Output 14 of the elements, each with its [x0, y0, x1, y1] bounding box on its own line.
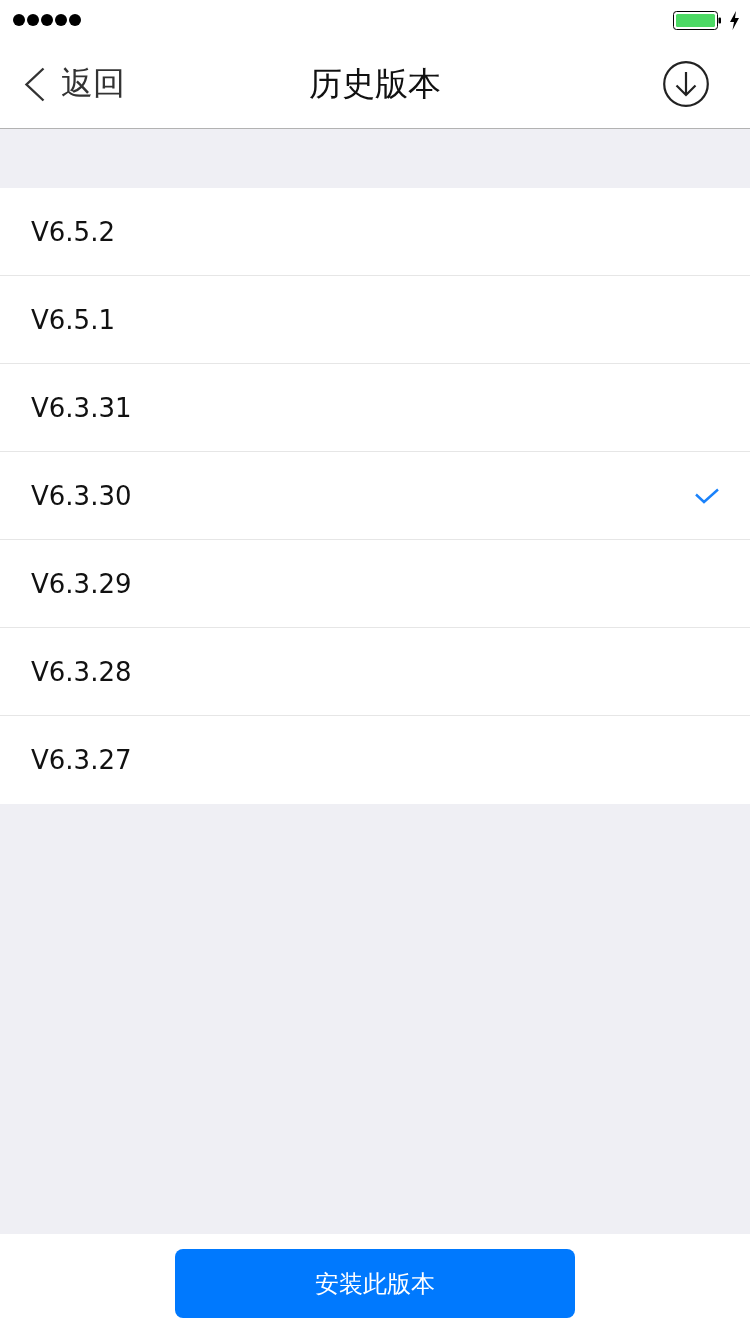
page-title: 历史版本 — [309, 62, 441, 105]
version-list-item[interactable]: V6.3.31 — [0, 364, 750, 452]
version-list-item[interactable]: V6.5.1 — [0, 276, 750, 364]
version-list-item[interactable]: V6.3.28 — [0, 628, 750, 716]
version-list-item[interactable]: V6.3.29 — [0, 540, 750, 628]
install-version-button[interactable]: 安装此版本 — [175, 1249, 575, 1318]
back-button[interactable]: 返回 — [0, 40, 125, 128]
version-list-item[interactable]: V6.5.2 — [0, 188, 750, 276]
chevron-left-icon — [24, 66, 45, 102]
version-list-item[interactable]: V6.3.30 — [0, 452, 750, 540]
signal-strength-icon — [13, 14, 81, 26]
download-button[interactable] — [663, 61, 709, 107]
battery-icon — [673, 10, 721, 30]
version-list-item[interactable]: V6.3.27 — [0, 716, 750, 804]
